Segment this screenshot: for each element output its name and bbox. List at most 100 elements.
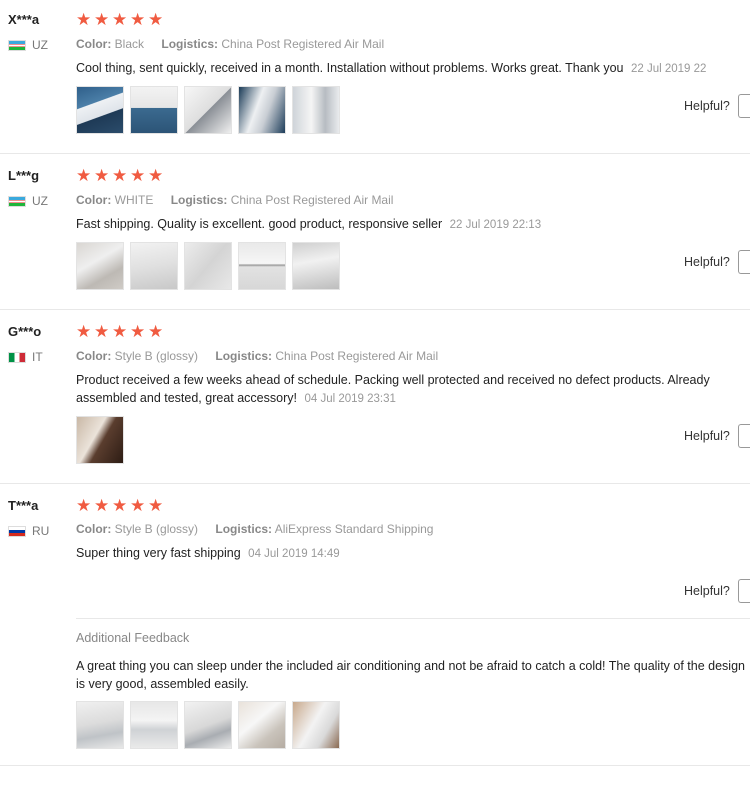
review-text: Cool thing, sent quickly, received in a … [76,59,748,78]
logistics-value: China Post Registered Air Mail [221,37,385,51]
reviewer-name: T***a [8,498,39,513]
color-value: WHITE [114,193,154,207]
helpful-control[interactable]: Helpful? [684,579,750,603]
star-icon: ★ [148,496,164,515]
review-date: 04 Jul 2019 14:49 [248,548,340,560]
reviewer-country: RU [8,524,49,538]
review-photo[interactable] [184,701,232,749]
uz-flag-icon [8,195,26,207]
additional-feedback-title: Additional Feedback [76,631,190,645]
color-value: Style B (glossy) [114,522,199,536]
review-photo[interactable] [130,701,178,749]
logistics-label: Logistics: [170,193,228,207]
star-icon: ★ [76,166,92,185]
review-photo[interactable] [76,701,124,749]
helpful-button[interactable] [737,250,750,274]
helpful-control[interactable]: Helpful? [684,250,750,274]
star-icon: ★ [130,10,146,29]
country-code: IT [32,350,43,364]
uz-flag-icon [8,39,26,51]
review-photos [76,416,124,464]
order-info: Color: WHITE Logistics: China Post Regis… [76,193,407,207]
star-icon: ★ [148,322,164,341]
helpful-button[interactable] [737,94,750,118]
helpful-control[interactable]: Helpful? [684,94,750,118]
star-rating: ★ ★ ★ ★ ★ [76,322,164,341]
review-photo[interactable] [76,242,124,290]
color-label: Color: [76,37,112,51]
review-photo[interactable] [76,416,124,464]
review-photo[interactable] [238,701,286,749]
helpful-label: Helpful? [684,584,730,598]
star-icon: ★ [76,496,92,515]
star-icon: ★ [148,10,164,29]
order-info: Color: Black Logistics: China Post Regis… [76,37,398,51]
star-icon: ★ [112,322,128,341]
star-icon: ★ [112,496,128,515]
star-rating: ★ ★ ★ ★ ★ [76,166,164,185]
star-rating: ★ ★ ★ ★ ★ [76,496,164,515]
review-date: 22 Jul 2019 22:13 [449,219,542,231]
reviewer-country: UZ [8,194,48,208]
review-photo[interactable] [292,242,340,290]
country-code: UZ [32,194,48,208]
review-photo[interactable] [238,86,286,134]
logistics-value: China Post Registered Air Mail [230,193,394,207]
review-text: Product received a few weeks ahead of sc… [76,371,748,408]
logistics-label: Logistics: [215,522,273,536]
helpful-button[interactable] [737,579,750,603]
star-icon: ★ [112,166,128,185]
order-info: Color: Style B (glossy) Logistics: China… [76,349,452,363]
color-label: Color: [76,349,112,363]
review-body: Cool thing, sent quickly, received in a … [76,61,624,75]
reviewer-country: UZ [8,38,48,52]
review-date: 04 Jul 2019 23:31 [304,393,396,405]
logistics-value: China Post Registered Air Mail [275,349,439,363]
reviewer-name: G***o [8,324,42,339]
review-photo[interactable] [76,86,124,134]
additional-feedback-text: A great thing you can sleep under the in… [76,659,745,691]
color-label: Color: [76,522,112,536]
country-code: RU [32,524,50,538]
reviewer-country: IT [8,350,43,364]
star-icon: ★ [76,322,92,341]
helpful-label: Helpful? [684,429,730,443]
color-value: Style B (glossy) [114,349,199,363]
additional-photos [76,701,340,749]
review-photo[interactable] [130,242,178,290]
review-photo[interactable] [184,242,232,290]
additional-feedback: Additional Feedback A great thing you ca… [76,618,750,766]
review-body: Super thing very fast shipping [76,546,241,560]
review-photo[interactable] [238,242,286,290]
star-icon: ★ [94,322,110,341]
country-code: UZ [32,38,48,52]
helpful-label: Helpful? [684,255,730,269]
star-icon: ★ [94,166,110,185]
star-icon: ★ [112,10,128,29]
it-flag-icon [8,351,26,363]
star-icon: ★ [130,166,146,185]
helpful-label: Helpful? [684,99,730,113]
logistics-label: Logistics: [161,37,219,51]
review-photo[interactable] [292,86,340,134]
review-text: Super thing very fast shipping 04 Jul 20… [76,544,748,563]
star-icon: ★ [130,322,146,341]
review-photo[interactable] [130,86,178,134]
color-label: Color: [76,193,112,207]
color-value: Black [114,37,145,51]
review-item: T***a RU ★ ★ ★ ★ ★ Color: Style B (glossy) L… [0,484,750,766]
review-body: Fast shipping. Quality is excellent. goo… [76,217,443,231]
ru-flag-icon [8,525,26,537]
review-item: X***a UZ ★ ★ ★ ★ ★ Color: Black Logistics: C… [0,0,750,154]
star-rating: ★ ★ ★ ★ ★ [76,10,164,29]
reviewer-name: X***a [8,12,40,27]
review-photo[interactable] [184,86,232,134]
star-icon: ★ [94,10,110,29]
logistics-label: Logistics: [215,349,273,363]
helpful-button[interactable] [737,424,750,448]
review-text: Fast shipping. Quality is excellent. goo… [76,215,748,234]
review-photo[interactable] [292,701,340,749]
review-photos [76,242,340,290]
star-icon: ★ [148,166,164,185]
helpful-control[interactable]: Helpful? [684,424,750,448]
